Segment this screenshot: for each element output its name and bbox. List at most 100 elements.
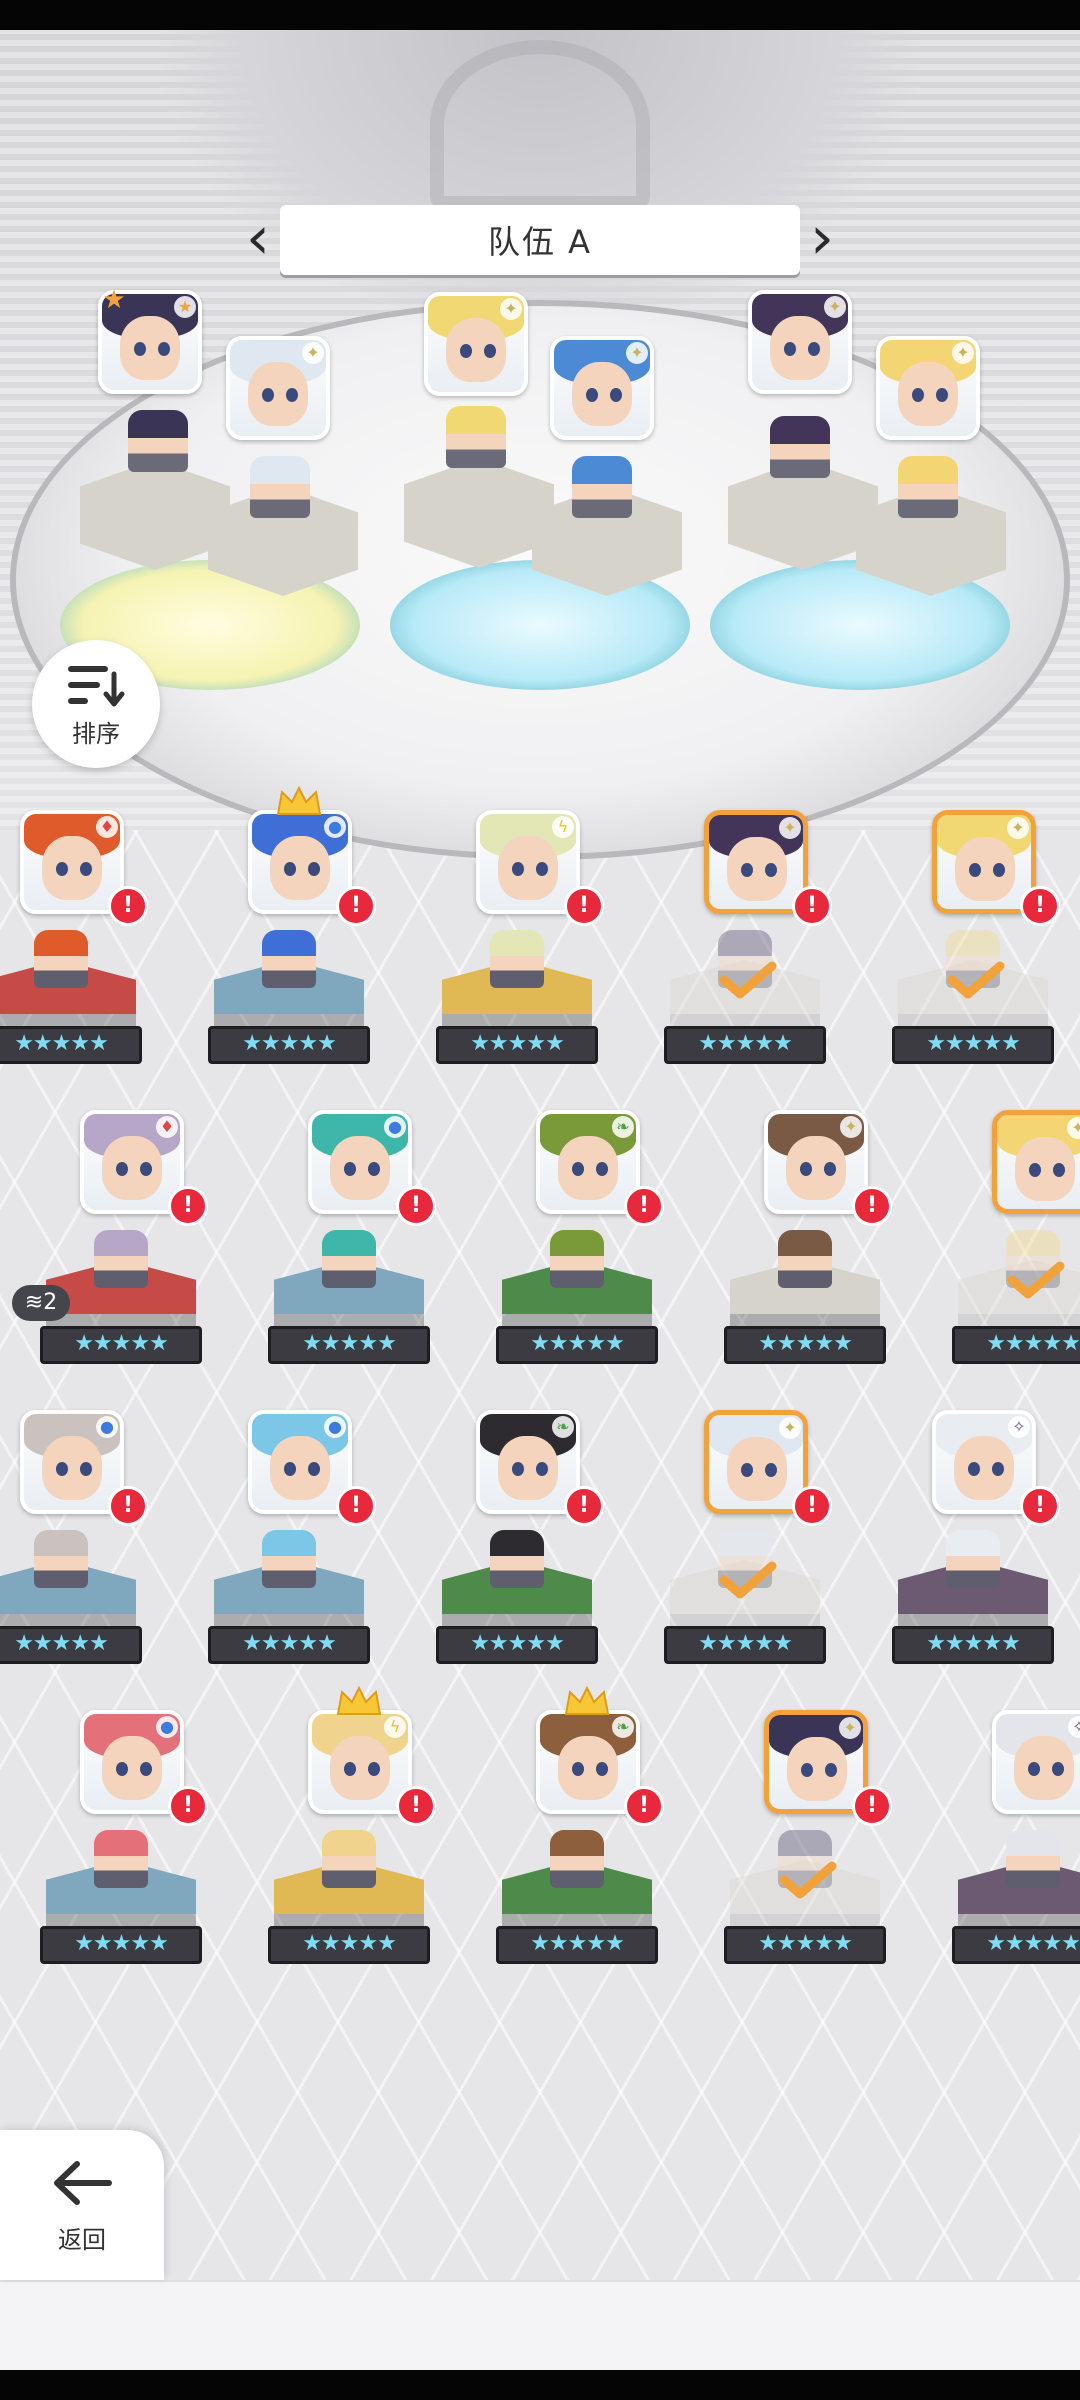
team-character-sprite (128, 410, 188, 472)
alert-badge: ! (108, 886, 148, 926)
star-rating: ★★★★★ (208, 1626, 370, 1664)
team-slot-portrait[interactable]: ✦ (876, 336, 980, 440)
star-rating: ★★★★★ (40, 1326, 202, 1364)
portrait-eye (344, 1162, 356, 1176)
character-sprite (778, 1230, 832, 1288)
leaf-icon: ❧ (612, 1116, 634, 1138)
checkmark-icon (947, 961, 1005, 999)
character-pedestal[interactable]: ★★★★★ (952, 1830, 1080, 1980)
sparkle-icon: ✦ (302, 342, 324, 364)
portrait-face (270, 1436, 330, 1500)
portrait-eye (512, 1462, 524, 1476)
portrait-face (955, 837, 1015, 901)
character-pedestal[interactable]: ★★★★★ (0, 1530, 142, 1680)
portrait-face (770, 316, 830, 380)
water-icon: ● (156, 1716, 178, 1738)
portrait-eye (1053, 1163, 1065, 1177)
team-slot-portrait[interactable]: ✦ (550, 336, 654, 440)
sort-button[interactable]: 排序 (32, 640, 160, 768)
star-rating: ★★★★★ (436, 1026, 598, 1064)
back-button[interactable]: 返回 (0, 2130, 164, 2280)
alert-badge: ! (108, 1486, 148, 1526)
water-icon: ● (96, 1416, 118, 1438)
character-pedestal[interactable]: ★★★★★ (892, 930, 1054, 1080)
team-slot-portrait[interactable]: ✦ (748, 290, 852, 394)
portrait-eye (80, 862, 92, 876)
portrait-eye (80, 1462, 92, 1476)
alert-badge: ! (168, 1186, 208, 1226)
checkmark-icon (779, 1861, 837, 1899)
team-character-sprite (250, 456, 310, 518)
character-pedestal[interactable]: ★★★★★ (0, 930, 142, 1080)
previous-team-button[interactable]: ‹ (240, 208, 276, 270)
character-pedestal[interactable]: ★★★★★ (208, 1530, 370, 1680)
alert-badge: ! (336, 886, 376, 926)
character-sprite (550, 1830, 604, 1888)
back-arrow-icon (54, 2161, 112, 2205)
arena-emblem (430, 40, 650, 210)
portrait-eye (993, 863, 1005, 877)
portrait-face (1014, 1736, 1074, 1800)
star-rating: ★★★★★ (724, 1926, 886, 1964)
character-pedestal[interactable]: ★★★★★ (268, 1830, 430, 1980)
dark-icon: ✧ (1008, 1416, 1030, 1438)
portrait-eye (286, 388, 298, 402)
character-pedestal[interactable]: ★★★★★ (892, 1530, 1054, 1680)
character-sprite (946, 1530, 1000, 1588)
portrait-eye (741, 863, 753, 877)
star-rating: ★★★★★ (40, 1926, 202, 1964)
portrait-eye (1028, 1762, 1040, 1776)
star-rating: ★★★★★ (724, 1326, 886, 1364)
character-pedestal[interactable]: ★★★★★ (40, 1830, 202, 1980)
portrait-eye (460, 344, 472, 358)
character-pedestal[interactable]: ★★★★★ (496, 1830, 658, 1980)
portrait-eye (344, 1762, 356, 1776)
next-team-button[interactable]: › (804, 208, 840, 270)
portrait-face (498, 836, 558, 900)
team-character-sprite (898, 456, 958, 518)
portrait-eye (572, 1162, 584, 1176)
team-character-sprite (572, 456, 632, 518)
crown-icon (276, 786, 322, 815)
character-pedestal[interactable]: ★★★★★ (436, 1530, 598, 1680)
character-pedestal[interactable]: ★★★★★ (208, 930, 370, 1080)
character-sprite (94, 1230, 148, 1288)
portrait-eye (1029, 1163, 1041, 1177)
character-pedestal[interactable]: ★★★★★ (664, 1530, 826, 1680)
portrait-eye (536, 1462, 548, 1476)
portrait-eye (308, 862, 320, 876)
alert-badge: ! (852, 1786, 892, 1826)
team-slot-portrait[interactable]: ✦ (424, 292, 528, 396)
portrait-eye (596, 1162, 608, 1176)
sparkle-icon: ✦ (1007, 817, 1029, 839)
character-pedestal[interactable]: ★★★★★ (724, 1830, 886, 1980)
team-character-sprite (446, 406, 506, 468)
star-rating: ★★★★★ (664, 1026, 826, 1064)
sparkle-icon: ✦ (952, 342, 974, 364)
character-pedestal[interactable]: ★★★★★ (664, 930, 826, 1080)
portrait-eye (284, 1462, 296, 1476)
portrait-face (727, 837, 787, 901)
alert-badge: ! (396, 1186, 436, 1226)
character-pedestal[interactable]: ★★★★★ (436, 930, 598, 1080)
portrait-eye (586, 388, 598, 402)
portrait-eye (140, 1162, 152, 1176)
roster-character-portrait[interactable]: ✦ (992, 1110, 1080, 1214)
team-slot-portrait[interactable]: ✦ (226, 336, 330, 440)
portrait-eye (800, 1162, 812, 1176)
portrait-face (954, 1436, 1014, 1500)
roster-character-portrait[interactable]: ✧ (992, 1710, 1080, 1814)
portrait-eye (116, 1162, 128, 1176)
lightning-icon: ϟ (384, 1716, 406, 1738)
star-rating: ★★★★★ (0, 1026, 142, 1064)
character-pedestal[interactable]: ★★★★★ (724, 1230, 886, 1380)
character-pedestal[interactable]: ★★★★★ (496, 1230, 658, 1380)
character-pedestal[interactable]: ★★★★★ (268, 1230, 430, 1380)
stage-count-badge: ≋2 (12, 1285, 70, 1321)
portrait-eye (140, 1762, 152, 1776)
character-pedestal[interactable]: ★★★★★ (952, 1230, 1080, 1380)
navigation-bar (0, 2370, 1080, 2400)
star-rating: ★★★★★ (892, 1026, 1054, 1064)
alert-badge: ! (564, 1486, 604, 1526)
star-rating: ★★★★★ (892, 1626, 1054, 1664)
